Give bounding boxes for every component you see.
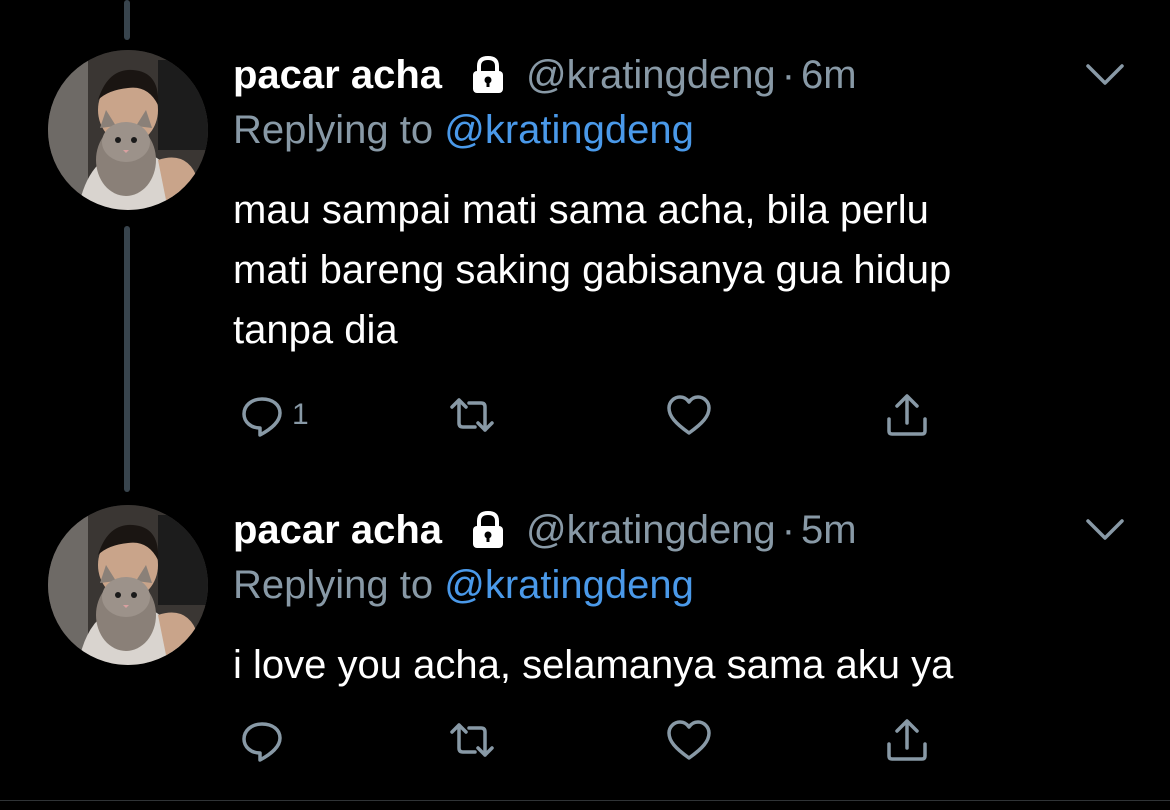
tweet-text-line: mati bareng saking gabisanya gua hidup: [233, 248, 952, 292]
replying-prefix: Replying to: [233, 563, 445, 607]
avatar-image: [48, 50, 208, 210]
replying-prefix: Replying to: [233, 108, 445, 152]
action-bar: [233, 713, 953, 767]
retweet-button[interactable]: [448, 388, 496, 442]
reply-button[interactable]: [238, 713, 292, 767]
tweet-text-line: i love you acha, selamanya sama aku ya: [233, 643, 954, 687]
like-icon: [667, 720, 711, 760]
like-button[interactable]: [665, 713, 713, 767]
tweet[interactable]: pacar acha @kratingdeng · 5m Replying to…: [0, 455, 1170, 810]
reply-icon: [242, 397, 282, 437]
separator: ·: [781, 52, 796, 97]
tweet-header: pacar acha @kratingdeng · 6m: [233, 50, 857, 100]
tweet-text-line: mau sampai mati sama acha, bila perlu: [233, 188, 929, 232]
separator: ·: [781, 507, 796, 552]
reply-count: 1: [292, 398, 309, 431]
handle[interactable]: @kratingdeng: [526, 508, 776, 553]
display-name[interactable]: pacar acha: [233, 53, 442, 98]
retweet-icon: [450, 398, 494, 432]
avatar-image: [48, 505, 208, 665]
divider: [0, 800, 1170, 801]
retweet-button[interactable]: [448, 713, 496, 767]
tweet-header: pacar acha @kratingdeng · 5m: [233, 505, 857, 555]
lock-icon: [466, 53, 510, 97]
reply-icon: [242, 722, 282, 762]
lock-icon: [466, 508, 510, 552]
reply-button[interactable]: 1: [238, 388, 309, 442]
chevron-down-icon[interactable]: [1082, 513, 1128, 547]
tweet-text: i love you acha, selamanya sama aku ya: [233, 635, 1133, 695]
like-button[interactable]: [665, 388, 713, 442]
replying-to: Replying to @kratingdeng: [233, 108, 694, 153]
avatar[interactable]: [48, 505, 208, 665]
timestamp[interactable]: 5m: [801, 508, 857, 553]
action-bar: 1: [233, 388, 953, 442]
timestamp[interactable]: 6m: [801, 53, 857, 98]
retweet-icon: [450, 723, 494, 757]
like-icon: [667, 395, 711, 435]
share-button[interactable]: [883, 388, 931, 442]
display-name[interactable]: pacar acha: [233, 508, 442, 553]
chevron-down-icon[interactable]: [1082, 58, 1128, 92]
replying-to: Replying to @kratingdeng: [233, 563, 694, 608]
avatar[interactable]: [48, 50, 208, 210]
handle[interactable]: @kratingdeng: [526, 53, 776, 98]
tweet[interactable]: pacar acha @kratingdeng · 6m Replying to…: [0, 0, 1170, 470]
tweet-text: mau sampai mati sama acha, bila perlu ma…: [233, 180, 1133, 360]
mention-link[interactable]: @kratingdeng: [444, 563, 694, 607]
tweet-text-line: tanpa dia: [233, 308, 398, 352]
share-button[interactable]: [883, 713, 931, 767]
share-icon: [887, 394, 927, 436]
share-icon: [887, 719, 927, 761]
mention-link[interactable]: @kratingdeng: [444, 108, 694, 152]
